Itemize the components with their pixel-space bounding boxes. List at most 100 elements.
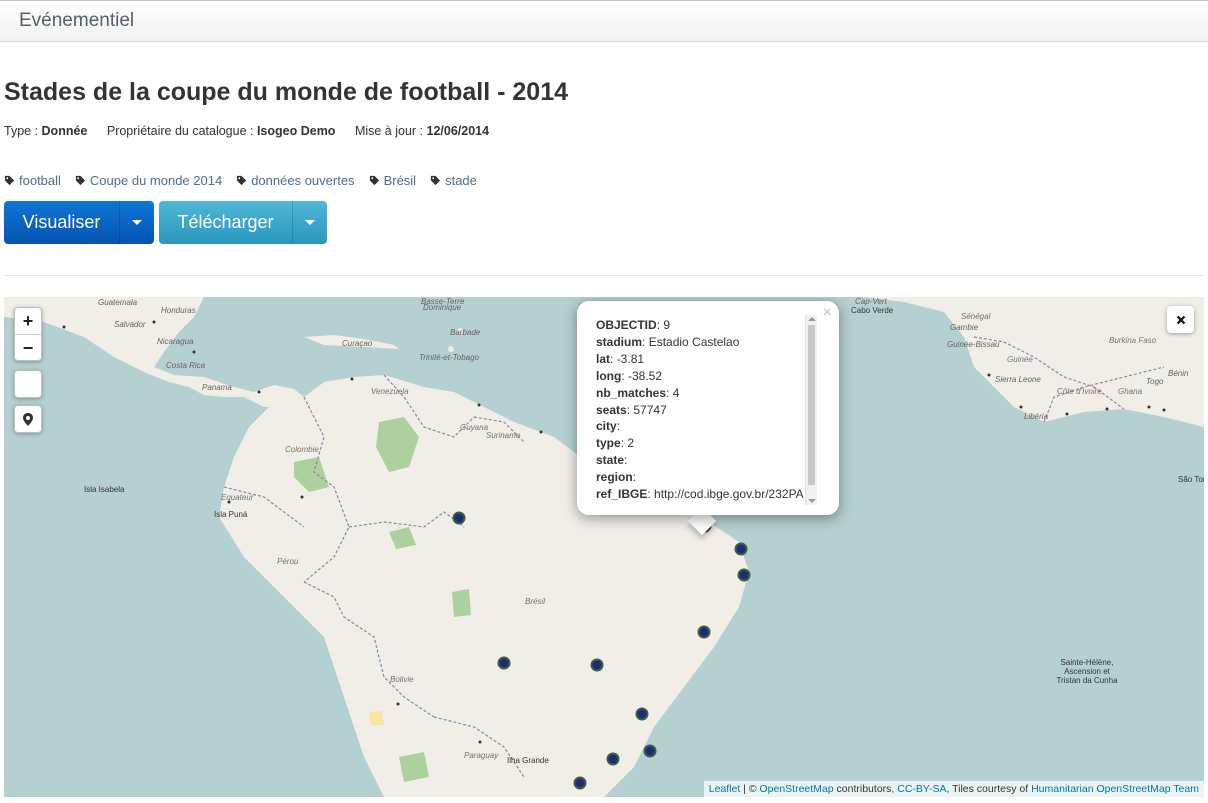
map-view[interactable]: Guatemala Honduras Salvador Nicaragua Co… xyxy=(4,297,1204,797)
field-key: state xyxy=(596,453,625,468)
license-link[interactable]: CC-BY-SA xyxy=(897,783,946,795)
popup-field: OBJECTID: 9 xyxy=(596,318,671,332)
download-button-group: Télécharger xyxy=(159,201,327,244)
tag-label: football xyxy=(19,173,61,188)
meta-owner: Propriétaire du catalogue : Isogeo Demo xyxy=(107,124,336,138)
map-label: Guyana xyxy=(460,423,489,432)
tag-label: Brésil xyxy=(383,173,417,188)
map-label: Cap-Vert xyxy=(855,297,887,306)
map-label: Sénégal xyxy=(961,312,991,321)
popup-field: region: xyxy=(596,470,637,485)
map-label: Venezuela xyxy=(371,387,409,396)
popup-field: stadium: Estadio Castelao xyxy=(596,334,740,349)
leaflet-link[interactable]: Leaflet xyxy=(709,783,741,795)
map-label: Salvador xyxy=(114,320,146,329)
zoom-in-button[interactable]: + xyxy=(15,308,41,334)
map-label: Burkina Faso xyxy=(1109,336,1157,345)
tag-icon xyxy=(369,175,379,186)
map-label: Ilha Grande xyxy=(507,756,549,765)
field-value: 9 xyxy=(663,318,671,332)
meta-owner-label: Propriétaire du catalogue : xyxy=(106,124,257,138)
field-key: nb_matches xyxy=(596,385,667,400)
map-label: Costa Rica xyxy=(166,361,206,370)
map-attribution: Leaflet | © OpenStreetMap contributors, … xyxy=(703,781,1204,797)
popup-field: seats: 57747 xyxy=(596,402,667,417)
popup-content: OBJECTID: 9 stadium: Estadio Castelao la… xyxy=(596,317,807,503)
attribution-text: | © xyxy=(740,783,760,795)
meta-updated-value: 12/06/2014 xyxy=(426,124,490,138)
feature-popup: × OBJECTID: 9 stadium: Estadio Castelao … xyxy=(577,301,839,515)
field-value: 2 xyxy=(627,436,635,451)
tag-coupe-du-monde[interactable]: Coupe du monde 2014 xyxy=(75,173,222,188)
layers-button[interactable] xyxy=(14,370,42,398)
map-label: Togo xyxy=(1146,377,1164,386)
locate-button[interactable] xyxy=(14,405,42,433)
popup-field: city: xyxy=(596,419,621,434)
map-label: Barbade xyxy=(450,328,481,337)
tag-list: football Coupe du monde 2014 données ouv… xyxy=(4,173,491,188)
field-value: -38.52 xyxy=(628,368,663,383)
map-label: Honduras xyxy=(161,306,196,315)
field-key: region xyxy=(596,470,633,485)
map-label: Panama xyxy=(202,383,232,392)
close-map-button[interactable] xyxy=(1167,306,1194,333)
osm-link[interactable]: OpenStreetMap xyxy=(759,783,833,795)
tag-icon xyxy=(75,175,86,186)
map-label: Pérou xyxy=(277,557,299,566)
tag-stade[interactable]: stade xyxy=(430,173,477,188)
popup-close-button[interactable]: × xyxy=(823,305,832,321)
visualize-dropdown-toggle[interactable] xyxy=(119,201,154,244)
field-value: http://cod.ibge.gov.br/232PA xyxy=(654,487,804,502)
map-label: Brésil xyxy=(525,597,546,606)
popup-scrollbar[interactable] xyxy=(805,315,817,505)
map-label: Nicaragua xyxy=(157,337,194,346)
field-key: ref_IBGE xyxy=(596,487,648,502)
hot-link[interactable]: Humanitarian OpenStreetMap Team xyxy=(1031,783,1199,795)
tag-bresil[interactable]: Brésil xyxy=(369,173,417,188)
brand-link[interactable]: Evénementiel xyxy=(19,10,134,32)
scroll-thumb[interactable] xyxy=(808,325,815,485)
map-label: Sierra Leone xyxy=(995,375,1041,384)
field-value: -3.81 xyxy=(616,351,645,366)
tag-icon xyxy=(237,175,247,186)
map-label: Cabo Verde xyxy=(851,306,894,315)
map-label: São Tomé xyxy=(1178,475,1204,484)
map-label: Bénin xyxy=(1168,369,1189,378)
tag-label: données ouvertes xyxy=(251,173,355,188)
field-key: lat xyxy=(596,351,611,366)
map-marker-icon xyxy=(23,412,33,426)
popup-field: ref_IBGE: http://cod.ibge.gov.br/232PA xyxy=(596,487,804,502)
download-button[interactable]: Télécharger xyxy=(159,201,292,244)
tag-icon xyxy=(430,175,441,186)
popup-field: long: -38.52 xyxy=(596,368,663,383)
map-label: Equateur xyxy=(221,493,254,502)
tag-donnees-ouvertes[interactable]: données ouvertes xyxy=(236,173,355,188)
tag-football[interactable]: football xyxy=(4,173,61,188)
dataset-meta: Type : Donnée Propriétaire du catalogue … xyxy=(4,124,505,138)
meta-type-label: Type : xyxy=(4,124,42,138)
field-key: city xyxy=(596,419,617,434)
popup-field: nb_matches: 4 xyxy=(596,385,680,400)
popup-field: state: xyxy=(596,453,628,468)
field-value: 57747 xyxy=(633,402,667,417)
field-key: stadium xyxy=(596,334,643,349)
popup-field: type: 2 xyxy=(596,436,635,451)
divider xyxy=(4,275,1204,276)
visualize-button[interactable]: Visualiser xyxy=(4,201,119,244)
caret-down-icon xyxy=(305,220,315,225)
field-value: 4 xyxy=(672,385,680,400)
meta-owner-value: Isogeo Demo xyxy=(256,124,336,138)
zoom-out-button[interactable]: − xyxy=(15,334,41,360)
map-label: Trinité-et-Tobago xyxy=(419,353,480,362)
map-label: Libéria xyxy=(1024,412,1049,421)
map-label: Paraguay xyxy=(464,751,499,760)
map-label: Colombie xyxy=(285,445,319,454)
scroll-down-icon[interactable] xyxy=(808,499,816,503)
field-key: long xyxy=(596,368,622,383)
scroll-up-icon[interactable] xyxy=(808,317,816,321)
download-dropdown-toggle[interactable] xyxy=(292,201,327,244)
map-label: Guinée-Bissau xyxy=(947,340,1000,349)
map-label: Sainte-Hélène, Ascension et Tristan da C… xyxy=(1056,658,1118,685)
caret-down-icon xyxy=(132,220,142,225)
map-label: Côte d'Ivoire xyxy=(1057,387,1102,396)
